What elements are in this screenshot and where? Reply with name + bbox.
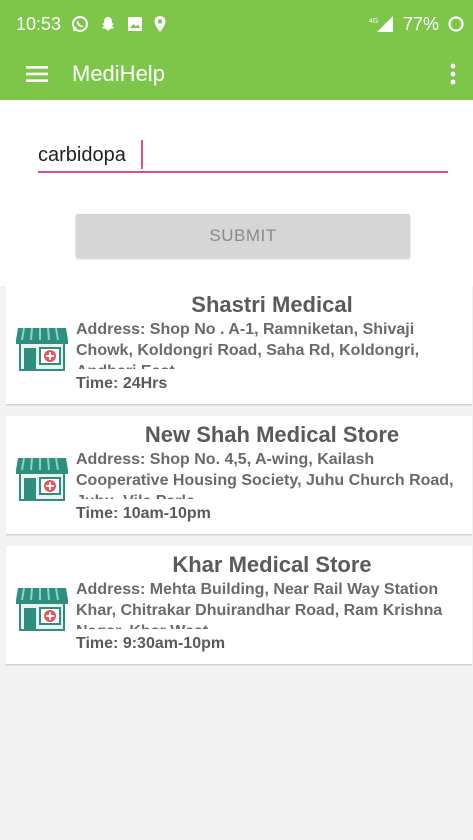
medical-store-icon (14, 450, 70, 502)
medical-store-icon (14, 320, 70, 372)
search-panel (0, 100, 473, 286)
store-name: Khar Medical Store (172, 552, 372, 577)
store-time: Time: 10am-10pm (76, 505, 211, 522)
image-icon (127, 16, 143, 32)
signal-icon: 4G (369, 15, 395, 33)
store-time: Time: 9:30am-10pm (76, 635, 226, 652)
medical-store-icon (14, 580, 70, 632)
store-list-item[interactable]: Shastri Medical Address: Shop No . A-1, … (6, 286, 472, 405)
whatsapp-icon (71, 15, 89, 33)
store-address: Address: Shop No . A-1, Ramniketan, Shiv… (76, 321, 420, 369)
more-vert-icon[interactable] (433, 48, 473, 100)
app-title: MediHelp (72, 61, 165, 86)
sync-icon (447, 15, 465, 33)
status-right: 4G 77% (369, 14, 465, 35)
store-list-item[interactable]: New Shah Medical Store Address: Shop No.… (6, 416, 472, 535)
store-time: Time: 24Hrs (76, 375, 168, 392)
svg-text:4G: 4G (369, 18, 378, 25)
list-end-spacer (6, 674, 472, 686)
store-address: Address: Shop No. 4,5, A-wing, Kailash C… (76, 451, 454, 499)
battery-percent: 77% (402, 13, 439, 34)
medicine-search-input[interactable] (38, 139, 448, 173)
store-name: New Shah Medical Store (144, 422, 400, 447)
store-name: Shastri Medical (191, 292, 353, 317)
status-time: 10:53 (16, 13, 62, 34)
snapchat-icon (99, 15, 117, 33)
location-icon (153, 15, 167, 33)
store-address: Address: Mehta Building, Near Rail Way S… (76, 581, 443, 629)
submit-button[interactable]: SUBMIT (76, 214, 410, 258)
store-list-item[interactable]: Khar Medical Store Address: Mehta Buildi… (6, 546, 472, 665)
app-bar: MediHelp (0, 48, 473, 100)
hamburger-menu-icon[interactable] (0, 48, 72, 100)
status-bar: 10:53 4G 77% (0, 0, 473, 48)
status-left: 10:53 (16, 14, 167, 35)
text-caret (141, 140, 143, 169)
